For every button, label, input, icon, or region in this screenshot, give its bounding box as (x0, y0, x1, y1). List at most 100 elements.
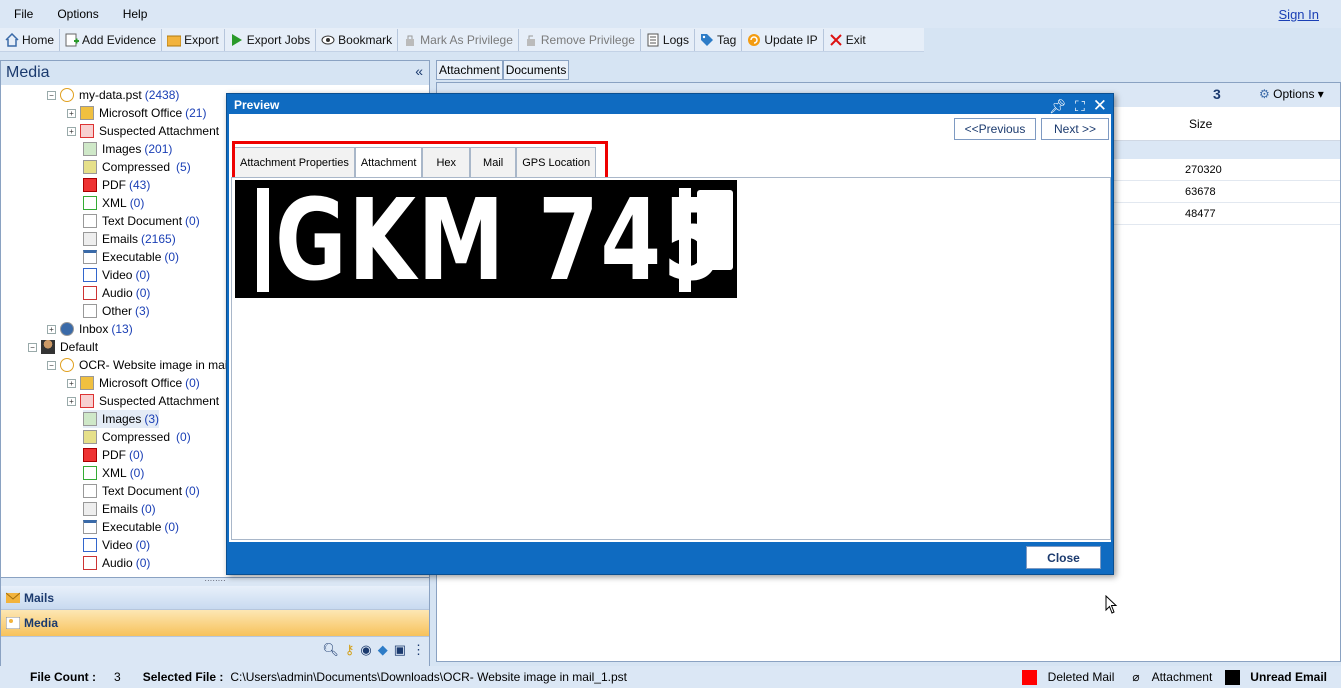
tree-label: Compressed (102, 160, 171, 174)
tree-node-other[interactable]: Other (3) (83, 302, 150, 320)
remove-privilege-button[interactable]: Remove Privilege (519, 28, 641, 51)
update-ip-button[interactable]: Update IP (742, 28, 824, 51)
update-ip-label: Update IP (764, 32, 818, 47)
close-button[interactable]: Close (1026, 546, 1101, 569)
tree-node-suspected-attachment[interactable]: + Suspected Attachment (67, 392, 219, 410)
gear-icon: ⚙ (1259, 87, 1270, 101)
expand-toggle[interactable]: + (67, 378, 76, 388)
tree-node-microsoft-office[interactable]: + Microsoft Office (21) (67, 104, 206, 122)
size-cell: 63678 (1185, 186, 1216, 198)
collapse-panel-button[interactable]: « (415, 63, 423, 79)
menu-file[interactable]: File (0, 7, 33, 21)
tree-node-pdf[interactable]: PDF (43) (83, 176, 150, 194)
text-document-icon (83, 214, 97, 228)
tree-node-xml[interactable]: XML (0) (83, 194, 144, 212)
export-jobs-button[interactable]: Export Jobs (225, 28, 317, 51)
paperclip-icon: ⌀ (1132, 670, 1140, 684)
tree-node-video[interactable]: Video (0) (83, 266, 150, 284)
expand-toggle[interactable]: + (67, 126, 76, 136)
add-evidence-button[interactable]: Add Evidence (60, 28, 163, 51)
bookmark-button[interactable]: Bookmark (316, 28, 399, 51)
tree-count: (0) (164, 250, 180, 264)
menu-help[interactable]: Help (109, 7, 148, 21)
tree-node-microsoft-office[interactable]: + Microsoft Office (0) (67, 374, 200, 392)
clipboard-icon[interactable]: ▣ (394, 642, 406, 658)
tree-node-ocr-pst[interactable]: − OCR- Website image in mai (47, 356, 228, 374)
tree-node-audio[interactable]: Audio (0) (83, 284, 150, 302)
expand-toggle[interactable]: + (67, 108, 76, 118)
preview-dialog: Preview 📌︎ ⛶ ✕ <<Previous Next >> Attach… (226, 93, 1114, 575)
tree-label: Default (60, 340, 99, 354)
size-cell: 48477 (1185, 208, 1216, 220)
collapse-toggle[interactable]: − (47, 90, 56, 100)
key-icon[interactable]: ⚷ (345, 642, 355, 658)
menu-bar: File Options Help Sign In (0, 0, 1341, 28)
tree-label: XML (102, 196, 127, 210)
tree-node-my-data[interactable]: − my-data.pst (2438) (47, 86, 179, 104)
tree-node-audio[interactable]: Audio (0) (83, 554, 150, 572)
export-button[interactable]: Export (162, 28, 225, 51)
menu-options[interactable]: Options (43, 7, 98, 21)
tag-button[interactable]: Tag (695, 28, 743, 51)
next-button[interactable]: Next >> (1041, 118, 1109, 140)
tree-node-video[interactable]: Video (0) (83, 536, 150, 554)
more-icon[interactable]: ⋮ (412, 642, 425, 658)
tree-label: Other (102, 304, 133, 318)
pdf-icon (83, 448, 97, 462)
home-button[interactable]: Home (0, 28, 61, 51)
tree-node-inbox[interactable]: + Inbox (13) (47, 320, 133, 338)
mark-privilege-button[interactable]: Mark As Privilege (398, 28, 519, 51)
sign-in-link[interactable]: Sign In (1279, 7, 1319, 22)
maximize-icon[interactable]: ⛶ (1075, 98, 1085, 115)
tree-node-executable[interactable]: Executable (0) (83, 248, 179, 266)
tab-attachment[interactable]: Attachment (436, 60, 503, 80)
tree-count: (0) (135, 286, 151, 300)
tree-label: Suspected Attachment (99, 124, 220, 138)
exit-button[interactable]: Exit (824, 29, 871, 51)
nav-media-button[interactable]: Media (1, 610, 429, 637)
tree-label: Images (102, 142, 142, 156)
pin-icon[interactable]: 📌︎ (1049, 98, 1067, 115)
collapse-toggle[interactable]: − (28, 342, 37, 352)
tag-icon[interactable]: ◆ (378, 642, 388, 658)
mouse-cursor-icon (1105, 595, 1118, 614)
logs-icon (646, 33, 660, 47)
tree-node-text-document[interactable]: Text Document (0) (83, 212, 200, 230)
expand-toggle[interactable]: + (47, 324, 56, 334)
previous-button[interactable]: <<Previous (954, 118, 1036, 140)
expand-toggle[interactable]: + (67, 396, 76, 406)
tree-label: Audio (102, 556, 133, 570)
tree-node-xml[interactable]: XML (0) (83, 464, 144, 482)
nav-mails-button[interactable]: Mails (1, 586, 429, 610)
close-icon (829, 33, 843, 47)
tree-node-default[interactable]: − Default (28, 338, 98, 356)
tab-documents[interactable]: Documents (502, 60, 570, 80)
tree-count: (13) (111, 322, 133, 336)
tree-node-emails[interactable]: Emails (2165) (83, 230, 176, 248)
tree-node-pdf[interactable]: PDF (0) (83, 446, 144, 464)
tree-label: Images (102, 412, 142, 426)
splitter-grip[interactable]: ········ (1, 577, 429, 586)
tree-node-compressed[interactable]: Compressed (5) (83, 158, 191, 176)
close-icon[interactable]: ✕ (1093, 96, 1107, 116)
tree-node-suspected-attachment[interactable]: + Suspected Attachment (67, 122, 219, 140)
deleted-mail-legend: Deleted Mail (1047, 670, 1115, 684)
tree-label: Video (102, 268, 133, 282)
search-icon[interactable]: 🔍︎ (322, 642, 339, 658)
logs-button[interactable]: Logs (641, 28, 695, 51)
tree-node-executable[interactable]: Executable (0) (83, 518, 179, 536)
column-size[interactable]: Size (1189, 117, 1212, 131)
tree-node-images[interactable]: Images (201) (83, 140, 172, 158)
plate-left-bar (257, 188, 269, 292)
options-dropdown[interactable]: ⚙ Options ▾ (1259, 87, 1324, 101)
tree-node-emails[interactable]: Emails (0) (83, 500, 156, 518)
logs-label: Logs (662, 32, 689, 47)
tree-label: Compressed (102, 430, 171, 444)
tree-node-images-selected[interactable]: Images (3) (83, 410, 160, 428)
video-icon (83, 268, 97, 282)
tree-node-text-document[interactable]: Text Document (0) (83, 482, 200, 500)
tree-node-compressed[interactable]: Compressed (0) (83, 428, 191, 446)
size-cell: 270320 (1185, 164, 1222, 176)
eye-icon[interactable]: ◉ (360, 642, 371, 658)
collapse-toggle[interactable]: − (47, 360, 56, 370)
